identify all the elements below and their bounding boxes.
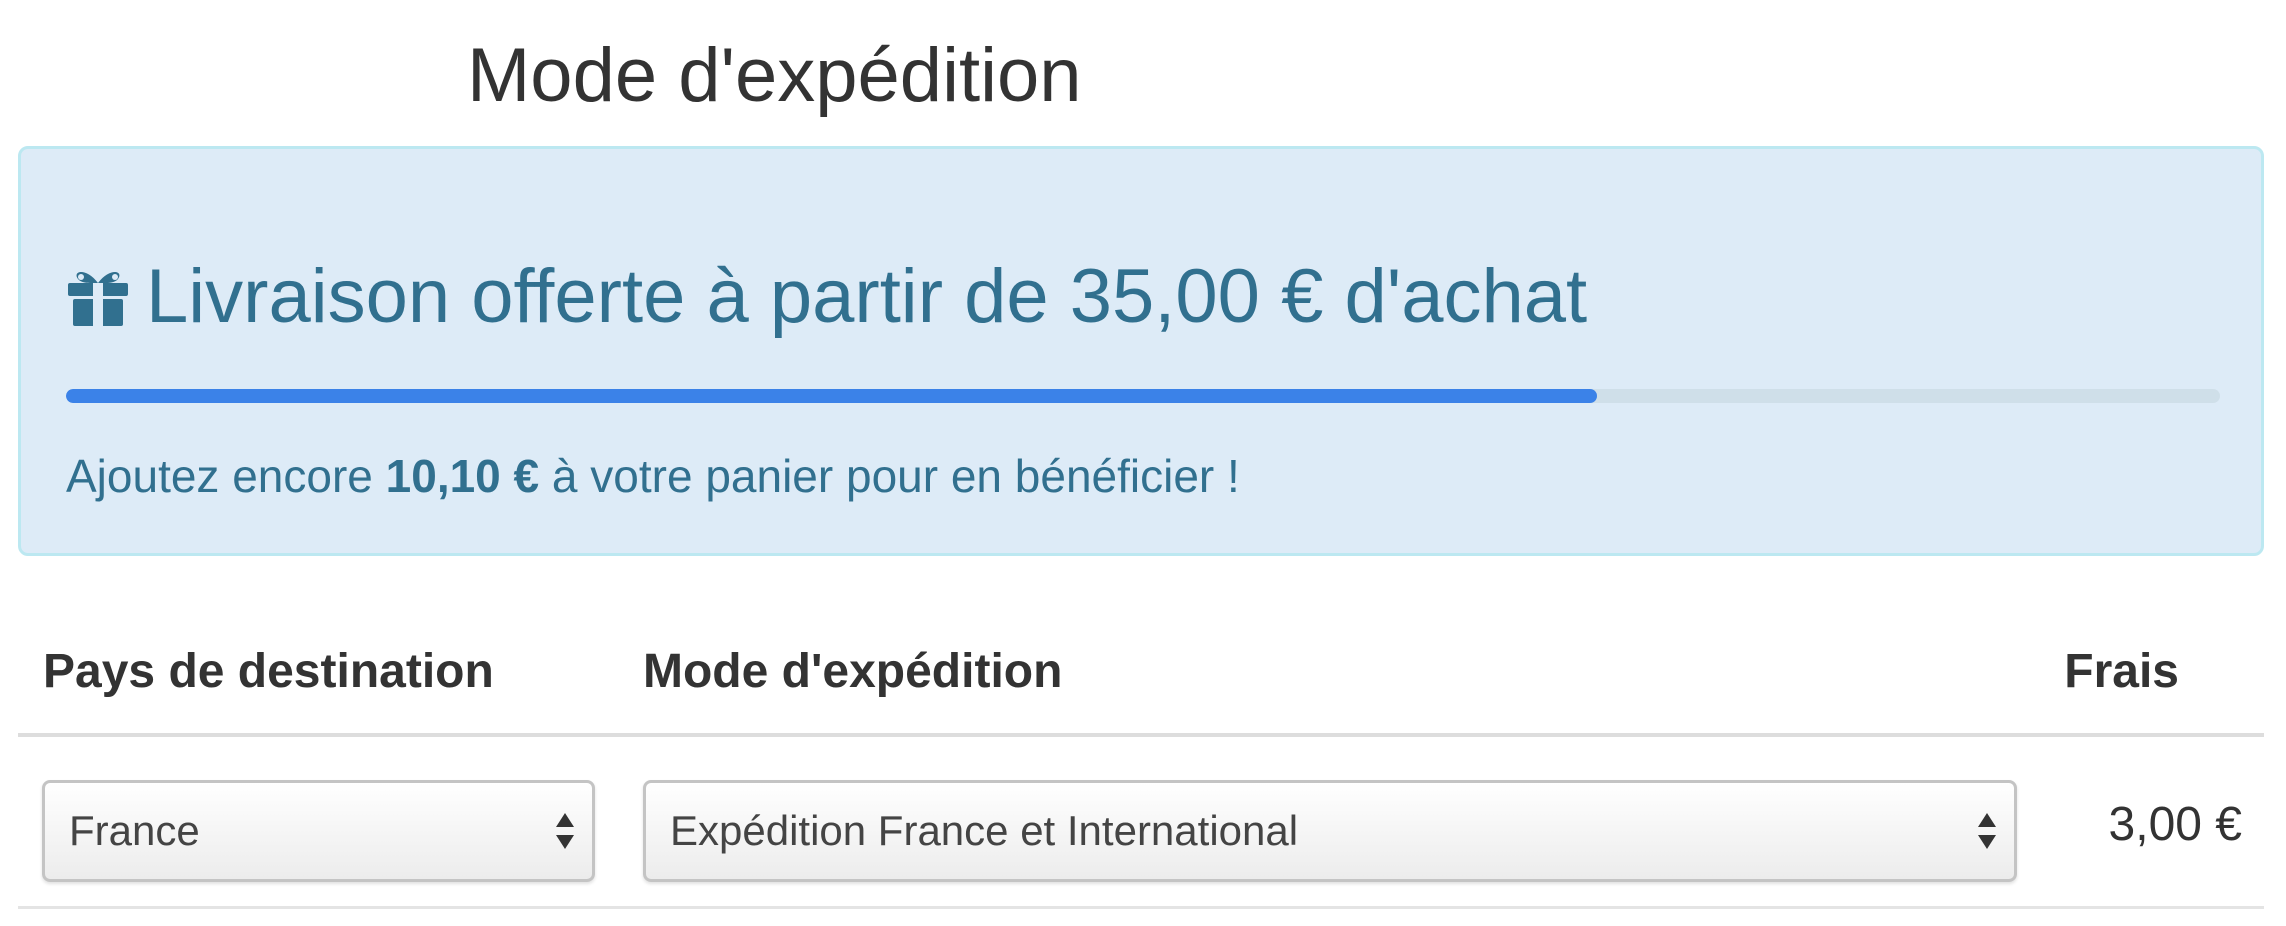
promo-heading: Livraison offerte à partir de 35,00 € d'… [66, 253, 1587, 340]
shipping-page: Mode d'expédition Livraison offerte à pa… [0, 0, 2286, 926]
page-title: Mode d'expédition [467, 33, 1082, 118]
column-header-country: Pays de destination [43, 645, 494, 698]
gift-icon [66, 267, 130, 327]
promo-text-before: Ajoutez encore [66, 450, 373, 502]
country-select-value: France [69, 807, 200, 854]
column-header-shipping-method: Mode d'expédition [643, 645, 1063, 698]
shipping-fee-value: 3,00 € [2108, 798, 2242, 851]
country-select[interactable]: France [42, 780, 595, 882]
promo-remaining-text: Ajoutez encore 10,10 € à votre panier po… [66, 449, 1240, 503]
free-shipping-progress-bar [66, 389, 2220, 403]
free-shipping-alert: Livraison offerte à partir de 35,00 € d'… [18, 146, 2264, 556]
table-header-divider [18, 733, 2264, 737]
remaining-amount: 10,10 € [385, 450, 540, 502]
promo-text-after: à votre panier pour en bénéficier ! [551, 450, 1240, 502]
table-row-divider [18, 906, 2264, 909]
shipping-method-select[interactable]: Expédition France et International [643, 780, 2017, 882]
select-arrows-icon [554, 809, 576, 853]
column-header-fee: Frais [2064, 645, 2179, 698]
promo-heading-text: Livraison offerte à partir de 35,00 € d'… [146, 254, 1588, 339]
progress-bar-fill [66, 389, 1598, 403]
shipping-method-select-value: Expédition France et International [670, 807, 1299, 854]
select-arrows-icon [1976, 809, 1998, 853]
